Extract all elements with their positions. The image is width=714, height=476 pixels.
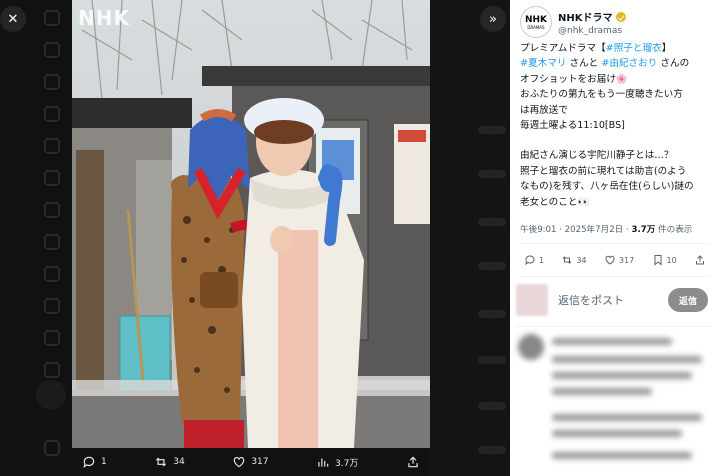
account-name[interactable]: NHKドラマ [558,9,613,24]
reply-submit-button[interactable]: 返信 [668,288,708,312]
tweet-text-segment: なもの)を残す、八ヶ岳在住(らしい)謎の [520,181,694,193]
share-icon [696,255,704,265]
repost-count: 34 [576,255,587,265]
viewer-repost-count: 34 [173,457,185,467]
account-avatar[interactable]: NHK DRAMAS [520,6,552,38]
tweet-text-line: なもの)を残す、八ヶ岳在住(らしい)謎の [520,179,708,194]
close-viewer-button[interactable]: ✕ [0,6,26,32]
bar-chart-icon [318,458,329,467]
reply-count: 1 [539,255,545,265]
repost-button[interactable]: 34 [561,254,587,266]
tweet-text-segment: 由紀さん演じる宇陀川静子とは…？ [520,150,674,162]
share-icon [408,456,418,468]
reply-button[interactable]: 1 [524,254,544,266]
tweet-text-segment: は再放送で [520,104,568,116]
viewer-views-button[interactable]: 3.7万 [316,455,358,469]
tweet-views-number: 3.7万 [631,225,656,235]
repost-icon [563,256,572,264]
tweet-text-line: プレミアムドラマ【#照子と瑠衣】 [520,41,708,56]
tweet-text-line: おふたりの第九をもう一度聴きたい方 [520,87,708,102]
tweet-text-line: 老女とのこと👀 [520,195,708,210]
tweet-timestamp: 午後9:01 · 2025年7月2日 · 3.7万 件の表示 [520,223,692,235]
double-chevron-right-icon: » [489,11,497,27]
photo-illustration [72,0,430,448]
heart-icon [234,457,245,468]
heart-icon [605,255,615,265]
tweet-text-line: は再放送で [520,103,708,118]
viewer-share-button[interactable] [406,455,420,469]
reply-composer: 返信をポスト 返信 [516,284,712,316]
tweet-text-segment: 】 [661,43,672,54]
user-avatar [516,284,548,316]
share-button[interactable] [694,254,706,266]
hashtag-link[interactable]: #夏木マリ [520,58,566,69]
tweet-text-line: オフショットをお届け🌸 [520,72,708,87]
tweet-text-line: 由紀さん演じる宇陀川静子とは…？ [520,148,708,163]
reply-icon [525,255,535,266]
viewer-action-bar: 1 34 317 3.7万 [72,448,430,476]
reply-icon [83,456,95,469]
bookmark-button[interactable]: 10 [652,254,677,266]
tweet-text-segment: さんと [566,58,602,70]
account-handle[interactable]: @nhk_dramas [558,26,626,36]
tweet-photo[interactable] [72,0,430,448]
tweet-text-line: #夏木マリ さんと #由紀さおり さんの [520,56,708,71]
tweet-text-segment: おふたりの第九をもう一度聴きたい方 [520,89,683,101]
tweet-text-line: 毎週土曜よる11:10[BS] [520,118,708,133]
background-trending-column [430,0,510,476]
tweet-text: プレミアムドラマ【#照子と瑠衣】 #夏木マリ さんと #由紀さおり さんの オフショ… [520,41,708,210]
tweet-time[interactable]: 午後9:01 · 2025年7月2日 · [520,225,631,235]
viewer-reply-count: 1 [101,457,107,467]
tweet-text-segment: 毎週土曜よる11:10[BS] [520,120,625,132]
like-count: 317 [618,255,635,265]
background-nav-rail [36,0,68,476]
repost-icon [156,457,167,467]
divider [516,326,712,327]
like-button[interactable]: 317 [604,254,634,266]
tweet-text-segment: 老女とのこと👀 [520,196,590,208]
viewer-like-count: 317 [251,457,269,467]
bookmark-icon [654,255,661,266]
tweet-text-segment: プレミアムドラマ【 [520,43,606,54]
tweet-stats-bar: 1 34 317 10 [524,254,706,266]
tweet-detail-panel: NHK DRAMAS NHKドラマ @nhk_dramas プレミアムドラマ【#… [510,0,714,476]
blurred-reply [518,334,710,474]
hashtag-link[interactable]: #照子と瑠衣 [606,43,662,54]
reply-input[interactable]: 返信をポスト [558,292,624,308]
bookmark-count: 10 [666,255,677,265]
tweet-text-segment: オフショットをお届け🌸 [520,73,628,85]
verified-badge-icon [615,11,626,22]
collapse-panel-button[interactable]: » [480,6,506,32]
tweet-header: NHK DRAMAS NHKドラマ @nhk_dramas [520,6,626,38]
tweet-text-segment: さんの [657,58,690,70]
viewer-like-button[interactable]: 317 [232,455,269,469]
close-icon: ✕ [7,11,19,27]
tweet-text-segment: 照子と瑠衣の前に現れては助言(のよう [520,165,687,177]
viewer-views-count: 3.7万 [335,458,359,469]
nhk-watermark: NHK [78,6,130,30]
reply-avatar [518,334,544,360]
viewer-reply-button[interactable]: 1 [82,455,107,469]
divider [520,276,710,277]
divider [520,243,710,244]
viewer-repost-button[interactable]: 34 [154,455,185,469]
tweet-views-label: 件の表示 [655,225,693,235]
hashtag-link[interactable]: #由紀さおり [601,58,657,69]
tweet-text-line: 照子と瑠衣の前に現れては助言(のよう [520,164,708,179]
